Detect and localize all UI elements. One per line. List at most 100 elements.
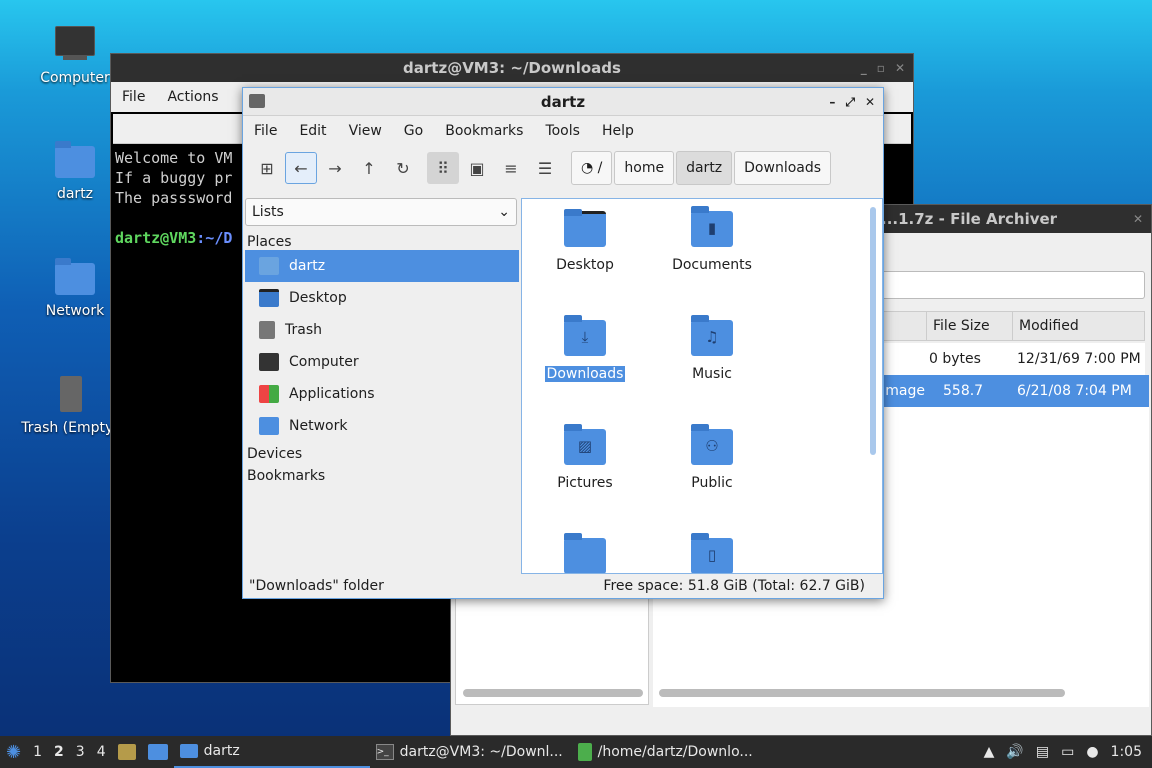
folder-icon [249,94,265,108]
maximize-icon[interactable]: ▫ [877,54,885,82]
desktop-trash[interactable]: Trash (Empty) [20,372,120,436]
terminal-titlebar[interactable]: dartz@VM3: ~/Downloads _ ▫ ✕ [111,54,913,82]
menu-bookmarks[interactable]: Bookmarks [434,123,534,139]
crumb-downloads[interactable]: Downloads [734,151,832,185]
up-icon[interactable]: ↑ [353,152,385,184]
menu-view[interactable]: View [338,123,393,139]
folder-item[interactable]: Desktop [530,199,640,273]
close-icon[interactable]: ✕ [865,88,875,116]
terminal-path: :~/D [196,229,233,247]
task-terminal[interactable]: >_ dartz@VM3: ~/Downl... [370,736,572,768]
place-label: Computer [289,354,359,370]
place-trash[interactable]: Trash [245,314,519,346]
workspace-1[interactable]: 1 [27,736,48,768]
menu-tools[interactable]: Tools [534,123,591,139]
scrollbar[interactable] [870,207,876,455]
forward-icon[interactable]: → [319,152,351,184]
crumb-dartz[interactable]: dartz [676,151,733,185]
crumb-root[interactable]: ◔ / [571,151,613,185]
file-manager-launcher-icon[interactable] [112,736,142,768]
scrollbar[interactable] [463,689,643,697]
clock[interactable]: 1:05 [1105,736,1152,768]
file-manager-window[interactable]: dartz – ⤢ ✕ File Edit View Go Bookmarks To… [242,87,884,599]
desktop-trash-label: Trash (Empty) [21,420,119,436]
terminal-output[interactable]: Welcome to VM If a buggy pr The passswor… [115,148,232,248]
terminal-icon: >_ [375,744,394,760]
crumb-home[interactable]: home [614,151,675,185]
archiver-title: ...1.7z - File Archiver [881,210,1058,228]
bookmarks-header[interactable]: Bookmarks [245,462,519,484]
task-label: /home/dartz/Downlo... [597,744,753,760]
place-label: Desktop [289,290,347,306]
clipboard-icon[interactable]: ▤ [1030,736,1055,768]
show-desktop-icon[interactable] [142,736,174,768]
chevron-down-icon: ⌄ [498,204,510,220]
fm-titlebar[interactable]: dartz – ⤢ ✕ [243,88,883,116]
place-dartz[interactable]: dartz [245,250,519,282]
start-menu-icon[interactable]: ✺ [0,736,27,768]
workspace-4[interactable]: 4 [91,736,112,768]
terminal-line: Welcome to VM [115,149,233,167]
menu-file[interactable]: File [243,123,288,139]
reload-icon[interactable]: ↻ [387,152,419,184]
desktop-home-label: dartz [56,186,94,202]
menu-help[interactable]: Help [591,123,645,139]
fm-file-grid[interactable]: Desktop ▮ Documents ⤓ Downloads ♫ Music ▨ Pi… [521,198,883,574]
terminal-prompt: dartz@VM3 [115,229,197,247]
close-icon[interactable]: ✕ [895,54,905,82]
updates-icon[interactable]: ▲ [978,736,1001,768]
row-modified: 12/31/69 7:00 PM [1017,351,1141,367]
detail-view-icon[interactable]: ☰ [529,152,561,184]
fm-toolbar: ⊞ ← → ↑ ↻ ⠿ ▣ ≡ ☰ ◔ / home dartz Downloa… [243,146,883,190]
notification-icon[interactable]: ● [1080,736,1104,768]
menu-go[interactable]: Go [393,123,434,139]
column-modified[interactable]: Modified [1012,312,1144,340]
place-computer[interactable]: Computer [245,346,519,378]
terminal-menu-actions[interactable]: Actions [156,89,229,105]
compact-view-icon[interactable]: ≡ [495,152,527,184]
terminal-menu-file[interactable]: File [111,89,156,105]
scrollbar[interactable] [659,689,1065,697]
folder-item[interactable]: ▨ Pictures [530,417,640,491]
menu-edit[interactable]: Edit [288,123,337,139]
workspace-3[interactable]: 3 [70,736,91,768]
folder-icon [179,744,198,758]
volume-icon[interactable]: 🔊 [1000,736,1029,768]
row-size: 558.7 MiB [943,383,984,431]
devices-header[interactable]: Devices [245,442,519,462]
maximize-icon[interactable]: ⤢ [845,88,855,116]
column-file-size[interactable]: File Size [926,312,1012,340]
side-mode-select[interactable]: Lists ⌄ [245,198,517,226]
new-tab-icon[interactable]: ⊞ [251,152,283,184]
terminal-line: If a buggy pr [115,169,233,187]
table-row[interactable]: 0 bytes 12/31/69 7:00 PM [871,343,1145,375]
thumbnail-view-icon[interactable]: ▣ [461,152,493,184]
back-icon[interactable]: ← [285,152,317,184]
network-status-icon[interactable]: ▭ [1055,736,1080,768]
pictures-folder-icon: ▨ [564,424,606,465]
close-icon[interactable]: ✕ [1133,205,1143,233]
icon-view-icon[interactable]: ⠿ [427,152,459,184]
folder-item[interactable]: ♫ Music [657,308,767,382]
table-row[interactable]: mage 558.7 MiB 6/21/08 7:04 PM [871,375,1149,431]
task-archiver[interactable]: /home/dartz/Downlo... [572,736,772,768]
folder-item[interactable]: ⤓ Downloads [530,308,640,382]
network-icon [259,417,279,435]
home-folder-icon [259,257,279,275]
minimize-icon[interactable]: _ [861,54,867,82]
terminal-line: The passsword [115,189,233,207]
workspace-2[interactable]: 2 [48,736,70,768]
place-desktop[interactable]: Desktop [245,282,519,314]
minimize-icon[interactable]: – [829,88,835,116]
folder-item[interactable] [530,526,640,573]
fm-sidebar: Lists ⌄ Places dartz Desktop Trash Comput… [245,198,519,576]
folder-item[interactable]: ▮ Documents [657,199,767,273]
task-file-manager[interactable]: dartz [173,736,370,768]
folder-item[interactable]: ▯ [657,526,767,573]
applications-icon [259,385,279,403]
archiver-location[interactable] [871,271,1145,299]
place-network[interactable]: Network [245,410,519,442]
place-applications[interactable]: Applications [245,378,519,410]
folder-item[interactable]: ⚇ Public [657,417,767,491]
templates-folder-icon: ▯ [691,533,733,573]
